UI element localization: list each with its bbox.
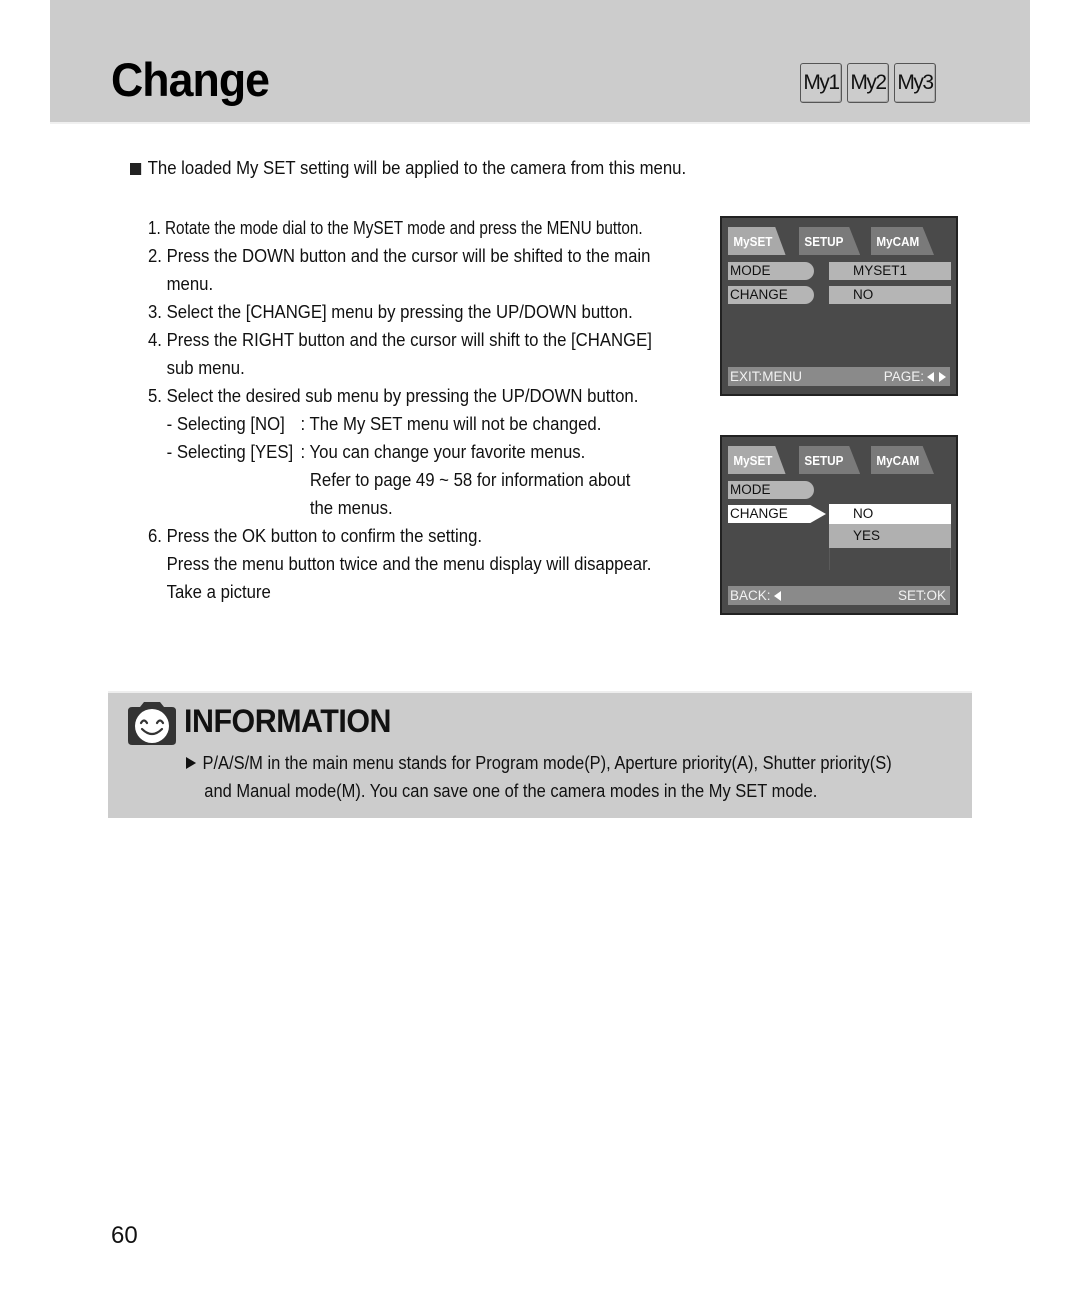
square-bullet-icon — [130, 162, 142, 175]
triangle-bullet-icon — [186, 757, 197, 769]
option-no-label: - Selecting [NO] — [166, 414, 285, 434]
value-mode: MYSET1 — [829, 262, 951, 280]
page-hint: PAGE: — [884, 369, 946, 384]
sub-option-no: - Selecting [NO] : The My SET menu will n… — [148, 410, 669, 438]
option-yes-cont-2: the menus. — [309, 498, 393, 518]
camera-screen-2: MySET SETUP MyCAM MODE CHANGE NO YES BAC… — [720, 435, 958, 615]
menu-item-mode: MODE — [728, 481, 814, 499]
step-3: 3. Select the [CHANGE] menu by pressing … — [148, 302, 633, 322]
option-yes-desc: : You can change your favorite menus. — [300, 442, 586, 462]
information-title: INFORMATION — [184, 703, 391, 739]
my1-button: My1 — [800, 63, 842, 103]
smiling-camera-icon — [128, 702, 176, 745]
page-number: 60 — [111, 1222, 138, 1249]
left-arrow-icon — [773, 591, 781, 602]
my2-button: My2 — [847, 63, 889, 103]
back-label: BACK: — [730, 588, 771, 603]
info-line-2: and Manual mode(M). You can save one of … — [204, 781, 818, 801]
my3-button: My3 — [894, 63, 936, 103]
option-yes: YES — [829, 524, 951, 548]
header-band: Change My1 My2 My3 — [50, 0, 1030, 124]
option-yes-label: - Selecting [YES] — [166, 442, 294, 462]
info-line-1-text: P/A/S/M in the main menu stands for Prog… — [202, 753, 892, 773]
step-6: 6. Press the OK button to confirm the se… — [148, 526, 483, 546]
menu-item-mode: MODE — [728, 262, 814, 280]
value-change: NO — [829, 286, 951, 304]
exit-hint: EXIT:MENU — [730, 369, 803, 384]
sub-option-yes: - Selecting [YES] : You can change your f… — [148, 438, 669, 466]
step-1: 1. Rotate the mode dial to the MySET mod… — [148, 218, 643, 238]
screen-footer: BACK: SET:OK — [728, 586, 950, 605]
tab-mycam: MyCAM — [871, 227, 934, 255]
option-yes-cont-1: Refer to page 49 ~ 58 for information ab… — [309, 470, 631, 490]
step-4: 4. Press the RIGHT button and the cursor… — [148, 330, 652, 350]
menu-item-change: CHANGE — [728, 286, 814, 304]
step-5: 5. Select the desired sub menu by pressi… — [148, 386, 639, 406]
tab-setup: SETUP — [799, 227, 861, 255]
step-2: 2. Press the DOWN button and the cursor … — [148, 246, 651, 266]
menu-item-change-selected: CHANGE — [728, 505, 826, 523]
option-no-desc: : The My SET menu will not be changed. — [300, 414, 602, 434]
step-6-cont-2: Take a picture — [166, 582, 271, 602]
tab-setup: SETUP — [799, 446, 861, 474]
intro-note: The loaded My SET setting will be applie… — [130, 158, 686, 179]
tab-myset: MySET — [728, 227, 786, 255]
instruction-steps: 1. Rotate the mode dial to the MySET mod… — [148, 214, 708, 606]
right-arrow-icon — [939, 372, 946, 383]
page-label: PAGE: — [883, 369, 924, 384]
info-line-1: P/A/S/M in the main menu stands for Prog… — [186, 749, 936, 777]
step-2-cont: menu. — [166, 274, 214, 294]
tab-myset: MySET — [728, 446, 786, 474]
step-4-cont: sub menu. — [166, 358, 245, 378]
screen-footer: EXIT:MENU PAGE: — [728, 367, 950, 386]
intro-text: The loaded My SET setting will be applie… — [147, 158, 687, 178]
information-box: INFORMATION P/A/S/M in the main menu sta… — [108, 691, 972, 818]
set-hint: SET:OK — [897, 588, 946, 603]
option-no-highlighted: NO — [829, 504, 951, 524]
camera-screen-1: MySET SETUP MyCAM MODE CHANGE MYSET1 NO … — [720, 216, 958, 396]
information-text: P/A/S/M in the main menu stands for Prog… — [186, 749, 1006, 805]
step-6-cont-1: Press the menu button twice and the menu… — [166, 554, 652, 574]
left-arrow-icon — [927, 372, 934, 383]
myset-mode-buttons: My1 My2 My3 — [800, 63, 936, 103]
option-blank — [829, 548, 951, 570]
back-hint: BACK: — [730, 588, 781, 603]
tab-mycam: MyCAM — [871, 446, 934, 474]
page-title: Change — [111, 53, 270, 106]
